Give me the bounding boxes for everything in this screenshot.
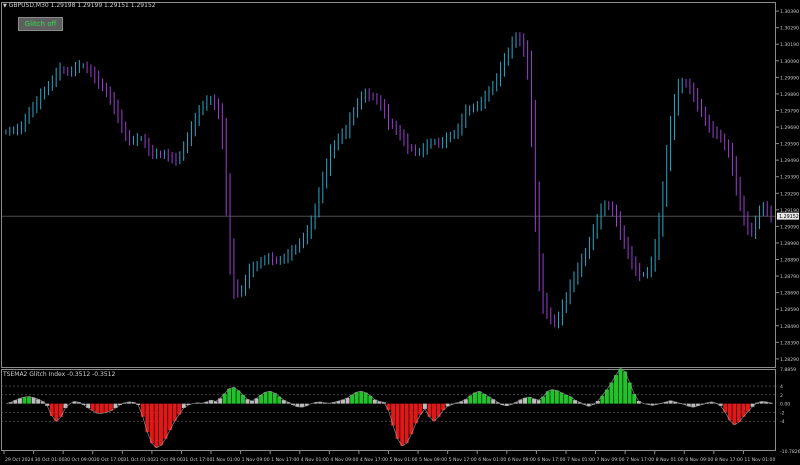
- chart-header: ▼ GBPUSD,M30 1.29198 1.29199 1.29151 1.2…: [3, 2, 156, 9]
- price-tick-label: 1.29290: [780, 191, 799, 197]
- glitch-toggle-button[interactable]: Glitch off: [18, 17, 63, 31]
- indicator-tick-label: 7.8859: [780, 367, 796, 373]
- price-tick-label: 1.30390: [780, 9, 799, 15]
- time-tick-label: 30 Oct 01:00: [35, 457, 65, 463]
- time-tick-label: 6 Nov 17:00: [537, 457, 565, 463]
- price-tick-label: 1.29490: [780, 158, 799, 164]
- indicator-tick-label: -10.7826: [780, 449, 800, 455]
- indicator-tick-label: -4: [780, 419, 785, 425]
- time-tick-label: 31 Oct 01:00: [123, 457, 153, 463]
- time-tick-label: 8 Nov 17:00: [715, 457, 743, 463]
- price-tick-label: 1.29690: [780, 125, 799, 131]
- indicator-title: TSEMA2 Glitch Index -0.3512 -0.3512: [3, 371, 116, 378]
- time-tick-label: 31 Oct 09:00: [153, 457, 183, 463]
- time-tick-label: 1 Nov 17:00: [271, 457, 299, 463]
- price-candles: [5, 32, 772, 329]
- price-tick-label: 1.29390: [780, 175, 799, 181]
- chart-menu-triangle-icon[interactable]: ▼: [3, 3, 7, 9]
- time-tick-label: 31 Oct 17:00: [182, 457, 212, 463]
- indicator-histogram: [6, 368, 773, 448]
- price-pane-border: [1, 2, 776, 368]
- time-tick-label: 7 Nov 01:00: [567, 457, 595, 463]
- symbol-info: GBPUSD,M30 1.29198 1.29199 1.29151 1.291…: [8, 2, 156, 9]
- price-tick-label: 1.29990: [780, 75, 799, 81]
- indicator-tick-label: 2: [780, 393, 783, 399]
- time-tick-label: 7 Nov 17:00: [626, 457, 654, 463]
- price-tick-label: 1.28890: [780, 258, 799, 264]
- price-tick-label: 1.28590: [780, 307, 799, 313]
- time-tick-label: 5 Nov 01:00: [390, 457, 418, 463]
- time-tick-label: 1 Nov 01:00: [212, 457, 240, 463]
- indicator-tick-label: 4: [780, 384, 783, 390]
- price-tick-label: 1.28290: [780, 357, 799, 363]
- time-tick-label: 6 Nov 09:00: [508, 457, 536, 463]
- indicator-axis: 7.8859 4 2 0.00 -2 -4 -10.7826: [780, 367, 800, 455]
- time-tick-label: 4 Nov 09:00: [330, 457, 358, 463]
- indicator-tick-label: -2: [780, 410, 785, 416]
- price-tick-label: 1.29590: [780, 142, 799, 148]
- time-tick-label: 8 Nov 01:00: [656, 457, 684, 463]
- time-tick-label: 1 Nov 09:00: [242, 457, 270, 463]
- price-axis: 1.30390 1.30290 1.30190 1.30090 1.29990 1.298…: [776, 9, 799, 363]
- time-tick-label: 11 Nov 01:00: [744, 457, 775, 463]
- price-tick-label: 1.30190: [780, 42, 799, 48]
- time-tick-label: 29 Oct 2024: [5, 457, 33, 463]
- price-tick-label: 1.29890: [780, 92, 799, 98]
- time-tick-label: 8 Nov 09:00: [685, 457, 713, 463]
- price-tick-label: 1.30290: [780, 26, 799, 32]
- price-tick-label: 1.28690: [780, 291, 799, 297]
- price-tick-label: 1.28790: [780, 274, 799, 280]
- time-tick-label: 30 Oct 17:00: [94, 457, 124, 463]
- time-axis: 29 Oct 2024 30 Oct 01:00 30 Oct 09:00 30 Oc…: [3, 451, 775, 463]
- time-tick-label: 6 Nov 01:00: [478, 457, 506, 463]
- time-tick-label: 5 Nov 09:00: [419, 457, 447, 463]
- price-tick-label: 1.28990: [780, 241, 799, 247]
- indicator-tick-label: 0.00: [780, 402, 790, 408]
- trading-chart[interactable]: 1.30390 1.30290 1.30190 1.30090 1.29990 1.298…: [0, 0, 800, 465]
- time-tick-label: 4 Nov 17:00: [360, 457, 388, 463]
- price-tick-label: 1.29790: [780, 108, 799, 114]
- price-tick-label: 1.29090: [780, 224, 799, 230]
- time-tick-label: 7 Nov 09:00: [597, 457, 625, 463]
- price-tick-label: 1.30090: [780, 59, 799, 65]
- time-tick-label: 4 Nov 01:00: [301, 457, 329, 463]
- price-tick-label: 1.28390: [780, 340, 799, 346]
- current-price-label: 1.29152: [779, 214, 799, 220]
- time-tick-label: 30 Oct 09:00: [64, 457, 94, 463]
- chart-frame: [1, 2, 776, 451]
- price-tick-label: 1.28490: [780, 324, 799, 330]
- time-tick-label: 5 Nov 17:00: [449, 457, 477, 463]
